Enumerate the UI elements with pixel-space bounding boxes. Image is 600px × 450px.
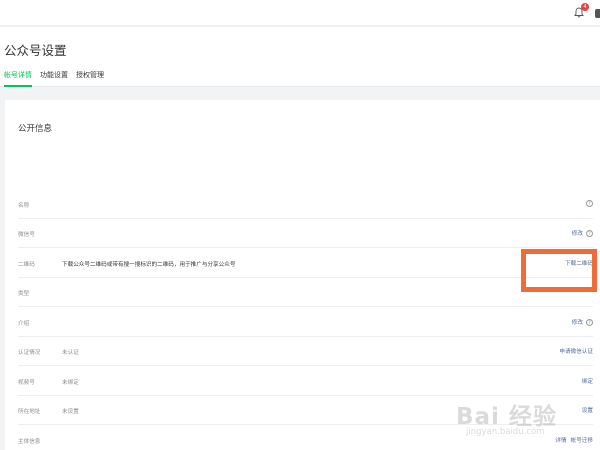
help-icon[interactable]: ? bbox=[586, 200, 593, 207]
row-label: 类型 bbox=[18, 291, 30, 297]
watermark: Bai 经验 jingyan.baidu.com bbox=[448, 397, 598, 442]
page-header: 公众号设置 帐号详情 功能设置 授权管理 bbox=[0, 27, 600, 87]
row-label: 认证情况 bbox=[18, 350, 41, 356]
row-qr-code: 二维码 下载公众号二维码或带有搜一搜标识的二维码，用于推广与分享公众号 下载二维… bbox=[18, 249, 593, 278]
row-label: 介绍 bbox=[18, 321, 30, 327]
notification-badge: 4 bbox=[581, 3, 589, 11]
top-bar: 4 bbox=[0, 0, 600, 26]
edit-wechat-id-link[interactable]: 修改 bbox=[572, 229, 583, 237]
section-title: 公开信息 bbox=[18, 124, 53, 134]
tab-authorization-management[interactable]: 授权管理 bbox=[76, 69, 104, 87]
tab-bar: 帐号详情 功能设置 授权管理 bbox=[4, 69, 112, 87]
row-channels: 视频号 未绑定 绑定 bbox=[18, 367, 593, 396]
watermark-logo: Bai 经验 bbox=[456, 404, 557, 430]
tab-feature-settings[interactable]: 功能设置 bbox=[40, 69, 68, 87]
page-title: 公众号设置 bbox=[4, 43, 67, 58]
download-qr-code-link[interactable]: 下载二维码 bbox=[565, 259, 593, 267]
watermark-url: jingyan.baidu.com bbox=[466, 427, 545, 437]
apply-verification-link[interactable]: 申请微信认证 bbox=[559, 347, 593, 355]
tab-account-details[interactable]: 帐号详情 bbox=[4, 69, 32, 87]
row-value: 下载公众号二维码或带有搜一搜标识的二维码，用于推广与分享公众号 bbox=[62, 262, 236, 268]
row-wechat-id: 微信号 修改 ? bbox=[18, 219, 593, 248]
avatar[interactable] bbox=[595, 9, 600, 18]
row-label: 主体信息 bbox=[18, 439, 41, 445]
row-name: 名称 ? bbox=[18, 190, 593, 219]
row-label: 所在地址 bbox=[18, 409, 41, 415]
help-icon[interactable]: ? bbox=[586, 229, 593, 237]
row-verification: 认证情况 未认证 申请微信认证 bbox=[18, 337, 593, 366]
row-value: 未认证 bbox=[62, 350, 79, 356]
edit-introduction-link[interactable]: 修改 bbox=[572, 318, 583, 326]
row-value: 未设置 bbox=[62, 409, 79, 415]
row-label: 二维码 bbox=[18, 262, 35, 268]
bind-channels-link[interactable]: 绑定 bbox=[582, 377, 593, 385]
row-introduction: 介绍 修改 ? bbox=[18, 308, 593, 337]
row-label: 名称 bbox=[18, 203, 30, 209]
row-value: 未绑定 bbox=[62, 380, 79, 386]
help-icon[interactable]: ? bbox=[586, 318, 593, 326]
row-label: 微信号 bbox=[18, 232, 35, 238]
row-type: 类型 bbox=[18, 278, 593, 307]
row-label: 视频号 bbox=[18, 380, 35, 386]
